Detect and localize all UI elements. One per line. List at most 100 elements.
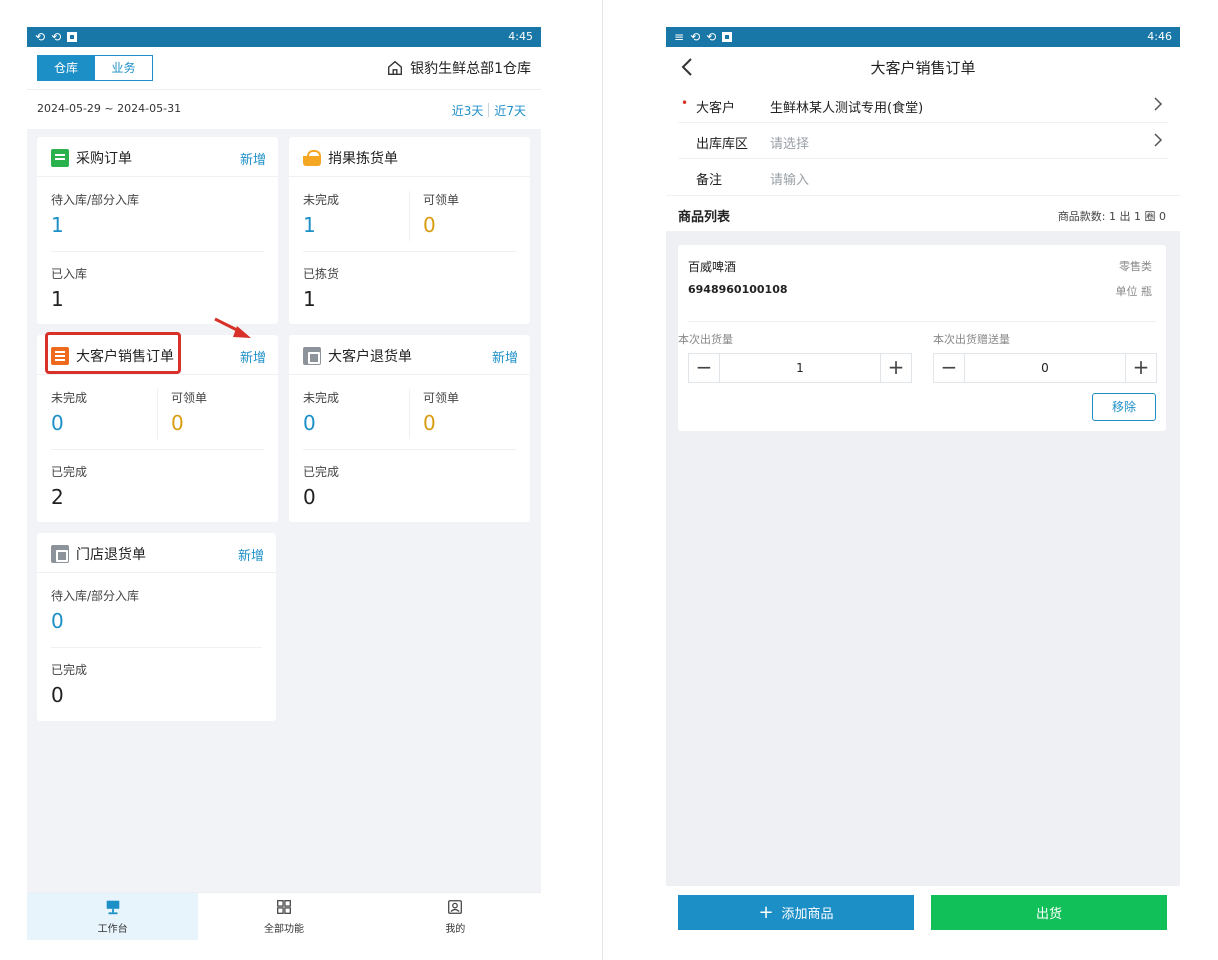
home-icon — [388, 60, 403, 75]
notification-icon — [722, 32, 733, 42]
status-time: 4:46 — [1147, 30, 1172, 43]
stat-value[interactable]: 0 — [423, 411, 436, 435]
user-icon — [448, 900, 463, 914]
card-picking-order[interactable]: 捎果拣货单 未完成 1 可领单 0 已拣货 1 — [289, 137, 530, 324]
stat-value[interactable]: 1 — [51, 287, 64, 311]
notification-icon — [67, 32, 78, 42]
tab-mine[interactable]: 我的 — [370, 893, 541, 940]
qty-plus-button[interactable]: + — [881, 354, 911, 382]
quick-7-days[interactable]: 近7天 — [489, 102, 531, 119]
product-name: 百威啤酒 — [688, 260, 737, 274]
gift-plus-button[interactable]: + — [1126, 354, 1156, 382]
add-store-return-button[interactable]: 新增 — [238, 545, 264, 564]
stat-label: 未完成 — [303, 391, 340, 405]
chevron-right-icon — [1154, 133, 1163, 147]
bottom-tab-bar: 工作台 全部功能 我的 — [27, 892, 541, 940]
add-product-button[interactable]: + 添加商品 — [678, 895, 914, 930]
date-bar: 2024-05-29 ~ 2024-05-31 近3天 近7天 — [27, 89, 541, 129]
quick-3-days[interactable]: 近3天 — [447, 102, 489, 119]
stat-value[interactable]: 2 — [51, 485, 64, 509]
warehouse-name: 银豹生鲜总部1仓库 — [410, 61, 531, 77]
page-title: 大客户销售订单 — [870, 59, 976, 77]
chevron-right-icon — [1154, 97, 1163, 111]
stat-label: 待入库/部分入库 — [51, 193, 140, 207]
product-unit: 单位 瓶 — [1115, 285, 1153, 298]
add-purchase-order-button[interactable]: 新增 — [240, 149, 266, 168]
segment-warehouse[interactable]: 仓库 — [37, 55, 95, 81]
card-purchase-order[interactable]: 采购订单 新增 待入库/部分入库 1 已入库 1 — [37, 137, 278, 324]
add-product-label: 添加商品 — [781, 907, 834, 922]
tab-workbench[interactable]: 工作台 — [27, 893, 199, 940]
order-form: • 大客户 生鲜林某人测试专用(食堂) 出库库区 请选择 备注 请输入 — [666, 87, 1180, 195]
menu-icon: ≡ — [674, 30, 685, 44]
bottom-action-bar: + 添加商品 出货 — [666, 886, 1180, 940]
stat-label: 已完成 — [51, 465, 88, 479]
stat-value[interactable]: 0 — [171, 411, 184, 435]
date-range[interactable]: 2024-05-29 ~ 2024-05-31 — [37, 102, 181, 115]
customer-row[interactable]: • 大客户 生鲜林某人测试专用(食堂) — [678, 87, 1168, 123]
basket-icon — [303, 150, 321, 166]
quick-range: 近3天 近7天 — [447, 102, 531, 119]
add-return-order-button[interactable]: 新增 — [492, 347, 518, 366]
stat-label: 已完成 — [51, 663, 88, 677]
stat-value[interactable]: 0 — [303, 411, 316, 435]
stat-value[interactable]: 0 — [303, 485, 316, 509]
stat-label: 已入库 — [51, 267, 88, 281]
product-count: 商品款数: 1 出 1 圈 0 — [1057, 210, 1166, 223]
stat-label: 可领单 — [423, 193, 460, 207]
status-bar: ≡ ⟲ ⟲ 4:46 — [666, 27, 1180, 47]
qty-minus-button[interactable]: − — [689, 354, 719, 382]
stat-value[interactable]: 1 — [303, 213, 316, 237]
tab-label: 全部功能 — [263, 924, 304, 935]
status-time: 4:45 — [508, 30, 533, 43]
warehouse-area-row[interactable]: 出库库区 请选择 — [678, 123, 1168, 159]
return-order-icon — [303, 347, 321, 365]
annotation-arrow-icon — [214, 317, 251, 338]
workbench-screen: ⟲ ⟲ 4:45 仓库 业务 银豹生鲜总部1仓库 2024-05-29 ~ 20… — [27, 27, 541, 940]
purchase-order-icon — [51, 149, 69, 167]
remark-row[interactable]: 备注 请输入 — [678, 159, 1168, 195]
stat-label: 可领单 — [171, 391, 208, 405]
card-big-customer-return[interactable]: 大客户退货单 新增 未完成 0 可领单 0 已完成 0 — [289, 335, 530, 522]
card-title: 门店退货单 — [76, 547, 146, 563]
product-category: 零售类 — [1119, 260, 1152, 273]
field-label: 备注 — [696, 173, 723, 188]
qty-value[interactable]: 1 — [719, 354, 881, 382]
remark-input[interactable]: 请输入 — [770, 169, 809, 188]
tab-all-functions[interactable]: 全部功能 — [198, 893, 369, 940]
qty-label: 本次出货量 — [678, 333, 733, 346]
warehouse-selector[interactable]: 银豹生鲜总部1仓库 — [386, 58, 531, 78]
top-bar: 仓库 业务 银豹生鲜总部1仓库 — [27, 47, 541, 89]
add-sales-order-button[interactable]: 新增 — [240, 347, 266, 366]
field-label: 出库库区 — [696, 137, 749, 152]
stat-value[interactable]: 1 — [51, 213, 64, 237]
highlight-box — [45, 332, 181, 374]
gift-qty-value[interactable]: 0 — [964, 354, 1126, 382]
tab-label: 工作台 — [97, 924, 128, 935]
sync-icon: ⟲ — [51, 30, 62, 44]
plus-icon: + — [758, 901, 774, 923]
status-bar: ⟲ ⟲ 4:45 — [27, 27, 541, 47]
stat-value[interactable]: 1 — [303, 287, 316, 311]
segment-business[interactable]: 业务 — [95, 55, 153, 81]
card-store-return[interactable]: 门店退货单 新增 待入库/部分入库 0 已完成 0 — [37, 533, 276, 721]
gift-minus-button[interactable]: − — [934, 354, 964, 382]
stat-value[interactable]: 0 — [51, 609, 64, 633]
stat-label: 已拣货 — [303, 267, 340, 281]
qty-stepper: − 1 + — [688, 353, 912, 383]
card-title: 采购订单 — [76, 151, 132, 167]
field-label: 大客户 — [696, 101, 736, 116]
stat-value[interactable]: 0 — [51, 683, 64, 707]
screen-divider — [602, 0, 603, 960]
product-list-title: 商品列表 — [678, 210, 731, 225]
sync-icon: ⟲ — [690, 30, 701, 44]
nav-bar: 大客户销售订单 — [666, 47, 1180, 87]
area-placeholder: 请选择 — [770, 137, 810, 152]
remove-button[interactable]: 移除 — [1092, 393, 1156, 421]
product-item: 百威啤酒 零售类 6948960100108 单位 瓶 本次出货量 − 1 + … — [678, 245, 1166, 431]
stat-value[interactable]: 0 — [423, 213, 436, 237]
stat-value[interactable]: 0 — [51, 411, 64, 435]
ship-button[interactable]: 出货 — [931, 895, 1167, 930]
gift-qty-stepper: − 0 + — [933, 353, 1157, 383]
gift-qty-label: 本次出货赠送量 — [933, 333, 1010, 346]
